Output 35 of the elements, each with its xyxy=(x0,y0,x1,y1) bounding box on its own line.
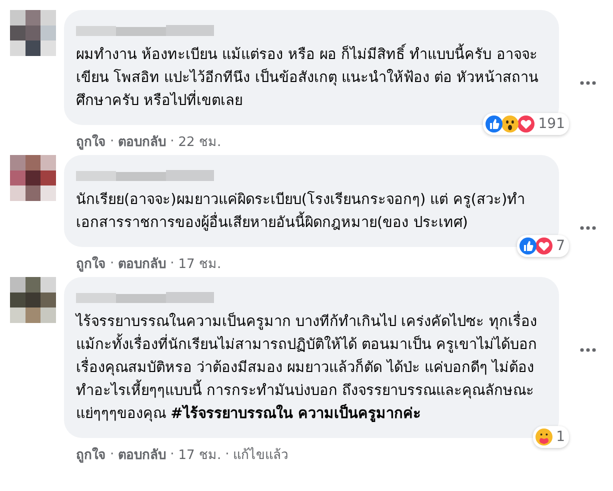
separator-dot: · xyxy=(170,446,174,462)
reaction-badge[interactable]: 191 xyxy=(483,113,569,135)
reaction-count: 7 xyxy=(556,238,565,254)
reaction-count: 191 xyxy=(538,116,565,132)
reaction-count: 1 xyxy=(556,429,565,445)
reaction-badge[interactable]: 1 xyxy=(533,426,569,448)
comment-text: ผมทำงาน ห้องทะเบียน แม้แต่รอง หรือ ผอ ก็ไม่มีสิทธิ์ ทำแบบนี้ครับ อาจจะเขียน โพสอิท แปะไว้อีกทีนึง เป็นข้อสังเกตุ แนะนำให้ฟ้อง ต่อ หัวหน้าสถานศึกษาครับ หรือไปที่เขตเลย xyxy=(76,44,547,113)
reaction-badge[interactable]: 7 xyxy=(517,235,569,257)
like-link[interactable]: ถูกใจ xyxy=(76,444,106,464)
comment-time: 22 ชม. xyxy=(178,134,222,152)
separator-dot: · xyxy=(170,134,174,148)
reply-link[interactable]: ตอบกลับ xyxy=(118,252,166,274)
separator-dot: · xyxy=(170,256,174,270)
like-link[interactable]: ถูกใจ xyxy=(76,252,106,274)
more-icon[interactable] xyxy=(579,347,597,353)
comment-text: นักเรียย(อาจจะ)ผมยาวแค่ผิดระเบียบ(โรงเรียนกระจอกๆ) แต่ ครู(สวะ)ทำเอกสารราชการของผู้อื่นเสียหายอันนี้ผิดกฎหมาย(ของ ประเทศ) xyxy=(76,190,526,233)
separator-dot: · xyxy=(225,446,230,462)
more-icon[interactable] xyxy=(579,225,597,231)
reply-link[interactable]: ตอบกลับ xyxy=(118,130,166,152)
comment-time: 17 ชม. xyxy=(178,446,222,464)
like-reaction-icon xyxy=(519,237,538,255)
wow-reaction-icon xyxy=(501,115,520,133)
reply-link[interactable]: ตอบกลับ xyxy=(118,444,166,464)
separator-dot: · xyxy=(110,256,114,270)
edited-label: แก้ไขแล้ว xyxy=(233,446,288,464)
more-icon[interactable] xyxy=(579,80,597,86)
comment-time: 17 ชม. xyxy=(178,256,222,274)
love-reaction-icon xyxy=(535,237,554,255)
love-reaction-icon xyxy=(517,115,536,133)
separator-dot: · xyxy=(110,446,114,462)
care-reaction-icon xyxy=(535,428,554,446)
like-link[interactable]: ถูกใจ xyxy=(76,130,106,152)
comment-text: ไร้จรรยาบรรณในความเป็นครูมาก บางทีก้ทำเกินไป เคร่งคัดไปซะ ทุกเรื่อง แม้กะทั้งเรื่องที่นักเรียนไม่สามารถปฏิบัติให้ได้ ตอนมาเป็น ครูเขาไม่ได้บอกเรื่องคุณสมบัติหรอ ว่าต้องมีสมอง ผมยาวแล้วก็ตัด ได้ป่ะ แค่บอกดีๆ ไม่ต้องทำอะไรเหี้ยๆๆแบบนี้ การกระทำมันบ่งบอก ถึงจรรยาบรรณและคุณลักษณะ แย่ๆๆๆของคุณ #ไร้จรรยาบรรณใน ความเป็นครูมากค่ะ xyxy=(76,311,547,426)
separator-dot: · xyxy=(110,134,114,148)
like-reaction-icon xyxy=(485,115,504,133)
